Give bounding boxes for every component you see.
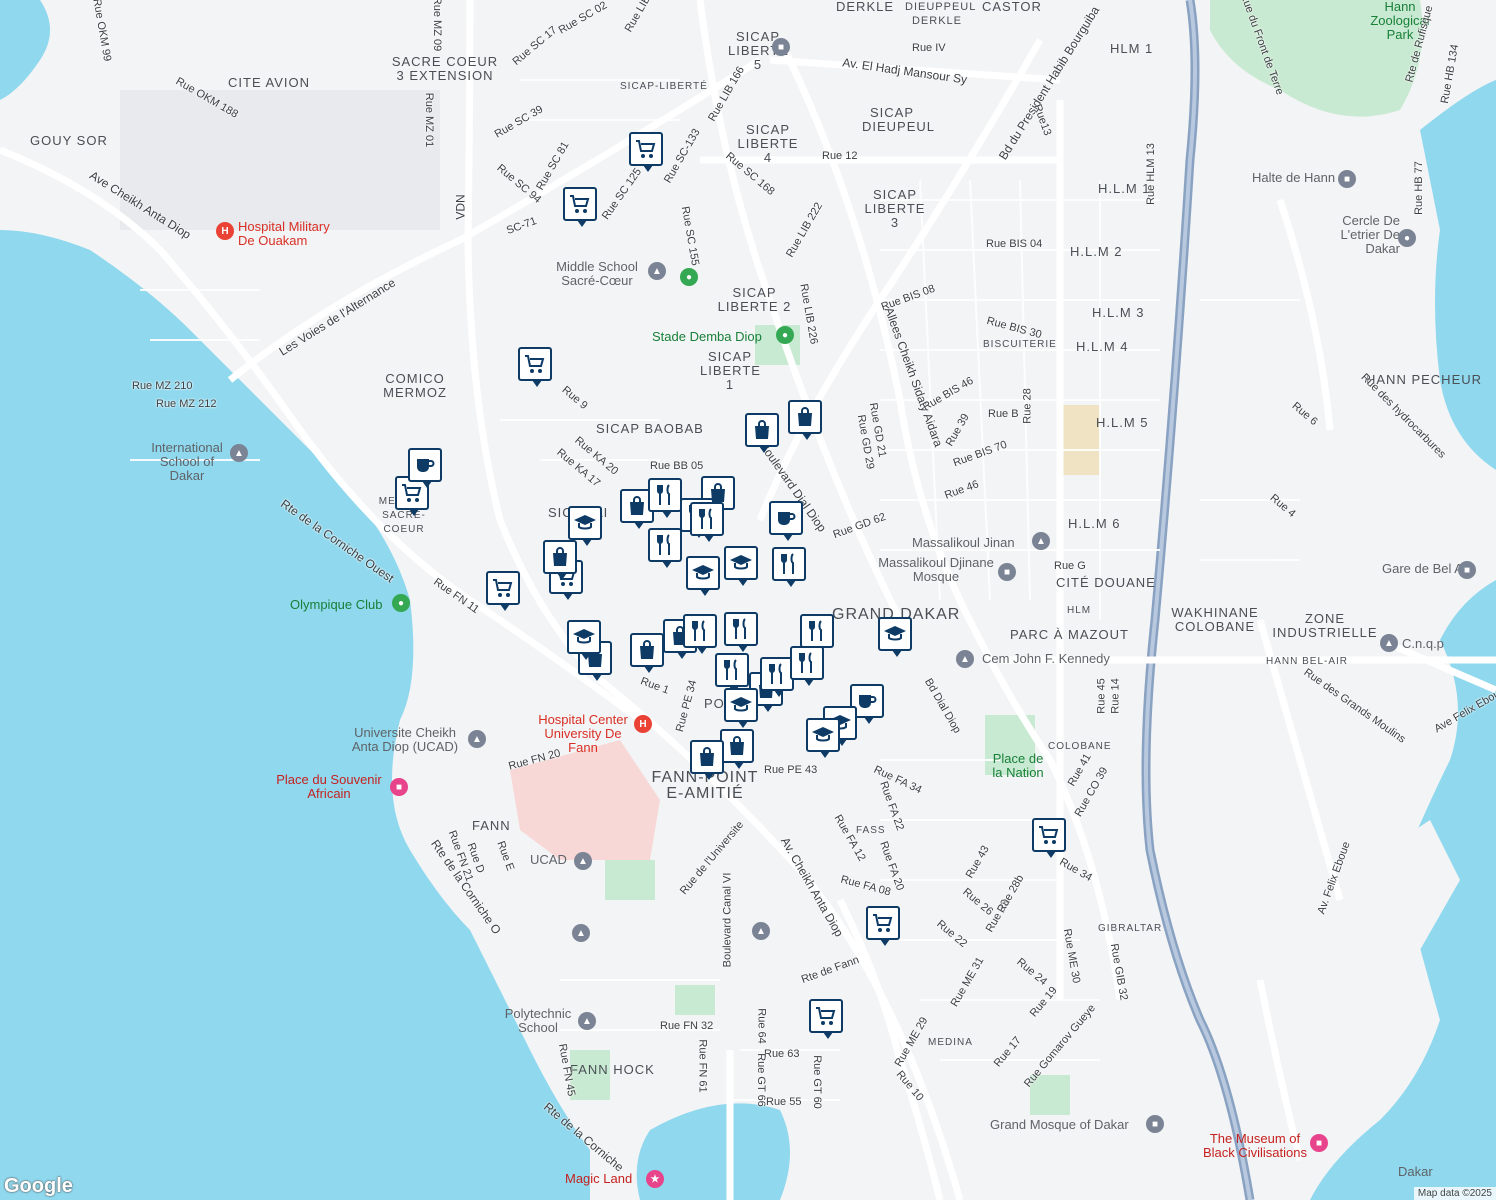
fork-knife-icon [657, 534, 670, 555]
school-icon[interactable]: ▲ [572, 924, 590, 942]
stadium-icon[interactable]: ● [776, 326, 794, 344]
hospital-icon[interactable]: H [216, 222, 234, 240]
train-icon[interactable]: ■ [1458, 561, 1476, 579]
fork-knife-icon [809, 620, 822, 641]
shopping-cart-icon [873, 914, 893, 932]
graduation-cap-icon [730, 697, 752, 712]
museum-icon[interactable]: ■ [1310, 1134, 1328, 1152]
shopping-bag-icon [730, 736, 744, 755]
graduation-cap-icon [812, 727, 834, 742]
school-marker[interactable] [724, 546, 758, 586]
school-icon[interactable]: ▲ [1032, 532, 1050, 550]
graduation-cap-icon [730, 555, 752, 570]
fork-knife-icon [657, 484, 670, 505]
school-marker[interactable] [878, 617, 912, 657]
cercle-icon[interactable]: ● [1398, 229, 1416, 247]
school-icon[interactable]: ▲ [648, 262, 666, 280]
fork-knife-icon [724, 659, 737, 680]
shopping-cart-marker[interactable] [809, 999, 843, 1039]
shopping-bag-marker[interactable] [543, 540, 577, 580]
restaurant-marker[interactable] [800, 614, 834, 654]
shopping-cart-marker[interactable] [518, 347, 552, 387]
shopping-bag-marker[interactable] [690, 740, 724, 780]
fork-knife-icon [733, 618, 746, 639]
school-icon[interactable]: ▲ [752, 922, 770, 940]
map-base-layer [0, 0, 1496, 1200]
cafe-marker[interactable] [769, 501, 803, 541]
park-icon[interactable]: ● [392, 594, 410, 612]
school-icon[interactable]: ▲ [578, 1012, 596, 1030]
shopping-cart-icon [636, 140, 656, 158]
school-marker[interactable] [806, 718, 840, 758]
fork-knife-icon [781, 553, 794, 574]
restaurant-marker[interactable] [724, 612, 758, 652]
shopping-bag-icon [640, 640, 654, 659]
google-logo: Google [4, 1175, 73, 1197]
shopping-cart-marker[interactable] [486, 571, 520, 611]
park-icon[interactable]: ● [680, 268, 698, 286]
school-marker[interactable] [686, 556, 720, 596]
fork-knife-icon [799, 652, 812, 673]
shopping-cart-marker[interactable] [629, 132, 663, 172]
restaurant-marker[interactable] [683, 614, 717, 654]
train-icon[interactable]: ■ [772, 38, 790, 56]
monument-icon[interactable]: ■ [390, 778, 408, 796]
school-marker[interactable] [568, 506, 602, 546]
school-icon[interactable]: ▲ [956, 650, 974, 668]
mosque-icon[interactable]: ■ [998, 563, 1016, 581]
shopping-cart-icon [493, 579, 513, 597]
school-icon[interactable]: ▲ [230, 444, 248, 462]
map-canvas[interactable]: DERKLE DIEUPPEUL DERKLE CASTOR HLM 1 SIC… [0, 0, 1496, 1200]
train-icon[interactable]: ■ [1338, 170, 1356, 188]
shopping-cart-marker[interactable] [1032, 818, 1066, 858]
school-icon[interactable]: ▲ [574, 852, 592, 870]
shopping-bag-icon [630, 496, 644, 515]
shopping-bag-marker[interactable] [630, 633, 664, 673]
graduation-cap-icon [573, 629, 595, 644]
mosque-icon[interactable]: ■ [1146, 1115, 1164, 1133]
graduation-cap-icon [574, 515, 596, 530]
shopping-cart-marker[interactable] [866, 906, 900, 946]
map-attribution[interactable]: Map data ©2025 [1413, 1187, 1496, 1200]
restaurant-marker[interactable] [790, 646, 824, 686]
shopping-cart-icon [570, 195, 590, 213]
coffee-cup-icon [417, 459, 435, 472]
fork-knife-icon [769, 663, 782, 684]
school-icon[interactable]: ▲ [468, 730, 486, 748]
amusement-icon[interactable]: ★ [646, 1170, 664, 1188]
shopping-bag-marker[interactable] [788, 400, 822, 440]
restaurant-marker[interactable] [648, 478, 682, 518]
graduation-cap-icon [884, 626, 906, 641]
shopping-cart-icon [1039, 826, 1059, 844]
shopping-bag-icon [700, 747, 714, 766]
fork-knife-icon [692, 620, 705, 641]
restaurant-marker[interactable] [715, 653, 749, 693]
shopping-cart-icon [816, 1007, 836, 1025]
cafe-marker[interactable] [408, 448, 442, 488]
coffee-cup-icon [778, 512, 796, 525]
hospital-icon[interactable]: H [634, 715, 652, 733]
shopping-cart-marker[interactable] [563, 187, 597, 227]
restaurant-marker[interactable] [772, 547, 806, 587]
school-marker[interactable] [567, 620, 601, 660]
graduation-cap-icon [692, 565, 714, 580]
restaurant-marker[interactable] [760, 657, 794, 697]
restaurant-marker[interactable] [648, 528, 682, 568]
shopping-bag-marker[interactable] [720, 729, 754, 769]
school-marker[interactable] [724, 688, 758, 728]
restaurant-marker[interactable] [690, 502, 724, 542]
shopping-cart-icon [525, 355, 545, 373]
coffee-cup-icon [859, 695, 877, 708]
shopping-bag-marker[interactable] [745, 413, 779, 453]
fork-knife-icon [699, 508, 712, 529]
shopping-bag-icon [755, 420, 769, 439]
school-icon[interactable]: ▲ [1380, 634, 1398, 652]
shopping-cart-icon [402, 484, 422, 502]
shopping-bag-icon [553, 547, 567, 566]
shopping-bag-icon [798, 407, 812, 426]
